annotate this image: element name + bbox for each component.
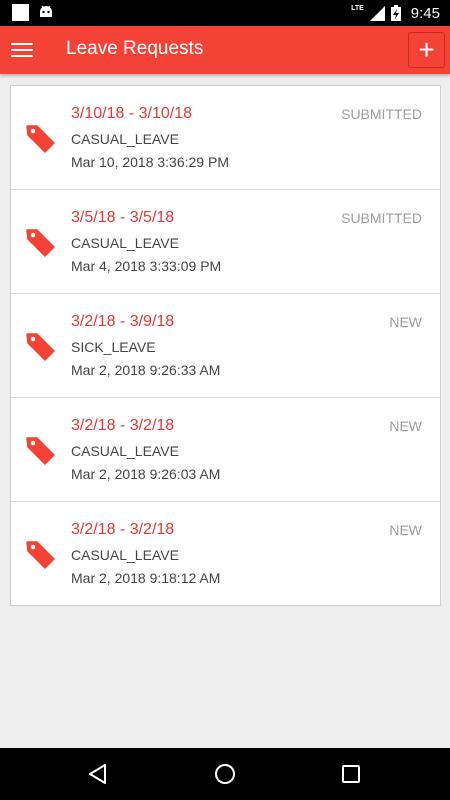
status-badge: NEW <box>389 418 422 434</box>
list-item[interactable]: 3/5/18 - 3/5/18 CASUAL_LEAVE Mar 4, 2018… <box>11 190 440 294</box>
status-badge: SUBMITTED <box>341 210 422 226</box>
status-badge: SUBMITTED <box>341 106 422 122</box>
navigation-bar <box>0 748 450 800</box>
android-icon <box>40 5 52 17</box>
date-range: 3/2/18 - 3/9/18 <box>71 313 175 330</box>
status-badge: NEW <box>389 522 422 538</box>
tag-icon <box>26 229 55 257</box>
home-icon[interactable] <box>213 762 237 786</box>
status-bar: LTE 9:45 <box>0 0 450 26</box>
battery-charging-icon <box>390 5 401 21</box>
date-range: 3/10/18 - 3/10/18 <box>71 105 192 122</box>
leave-type: CASUAL_LEAVE <box>71 443 179 459</box>
page-title: Leave Requests <box>66 38 204 59</box>
leave-request-list: 3/10/18 - 3/10/18 CASUAL_LEAVE Mar 10, 2… <box>10 85 441 606</box>
clock: 9:45 <box>410 4 440 22</box>
leave-type: SICK_LEAVE <box>71 339 156 355</box>
leave-type: CASUAL_LEAVE <box>71 547 179 563</box>
list-item[interactable]: 3/2/18 - 3/9/18 SICK_LEAVE Mar 2, 2018 9… <box>11 294 440 398</box>
network-type-label: LTE <box>351 4 364 12</box>
hamburger-menu-icon[interactable] <box>10 38 34 62</box>
add-request-button[interactable]: + <box>408 32 445 68</box>
list-item[interactable]: 3/10/18 - 3/10/18 CASUAL_LEAVE Mar 10, 2… <box>11 86 440 190</box>
tag-icon <box>26 437 55 465</box>
recents-icon[interactable] <box>339 762 363 786</box>
tag-icon <box>26 541 55 569</box>
back-icon[interactable] <box>86 762 110 786</box>
date-range: 3/2/18 - 3/2/18 <box>71 521 175 538</box>
list-item[interactable]: 3/2/18 - 3/2/18 CASUAL_LEAVE Mar 2, 2018… <box>11 502 440 605</box>
created-timestamp: Mar 2, 2018 9:26:03 AM <box>71 466 221 482</box>
signal-icon <box>369 5 385 21</box>
created-timestamp: Mar 2, 2018 9:18:12 AM <box>71 570 221 586</box>
leave-type: CASUAL_LEAVE <box>71 235 179 251</box>
status-badge: NEW <box>389 314 422 330</box>
leave-type: CASUAL_LEAVE <box>71 131 179 147</box>
tag-icon <box>26 333 55 361</box>
notification-square-icon <box>12 4 29 21</box>
list-item[interactable]: 3/2/18 - 3/2/18 CASUAL_LEAVE Mar 2, 2018… <box>11 398 440 502</box>
tag-icon <box>26 125 55 153</box>
app-bar: Leave Requests + <box>0 26 450 74</box>
date-range: 3/5/18 - 3/5/18 <box>71 209 175 226</box>
created-timestamp: Mar 2, 2018 9:26:33 AM <box>71 362 221 378</box>
created-timestamp: Mar 10, 2018 3:36:29 PM <box>71 154 229 170</box>
date-range: 3/2/18 - 3/2/18 <box>71 417 175 434</box>
created-timestamp: Mar 4, 2018 3:33:09 PM <box>71 258 222 274</box>
